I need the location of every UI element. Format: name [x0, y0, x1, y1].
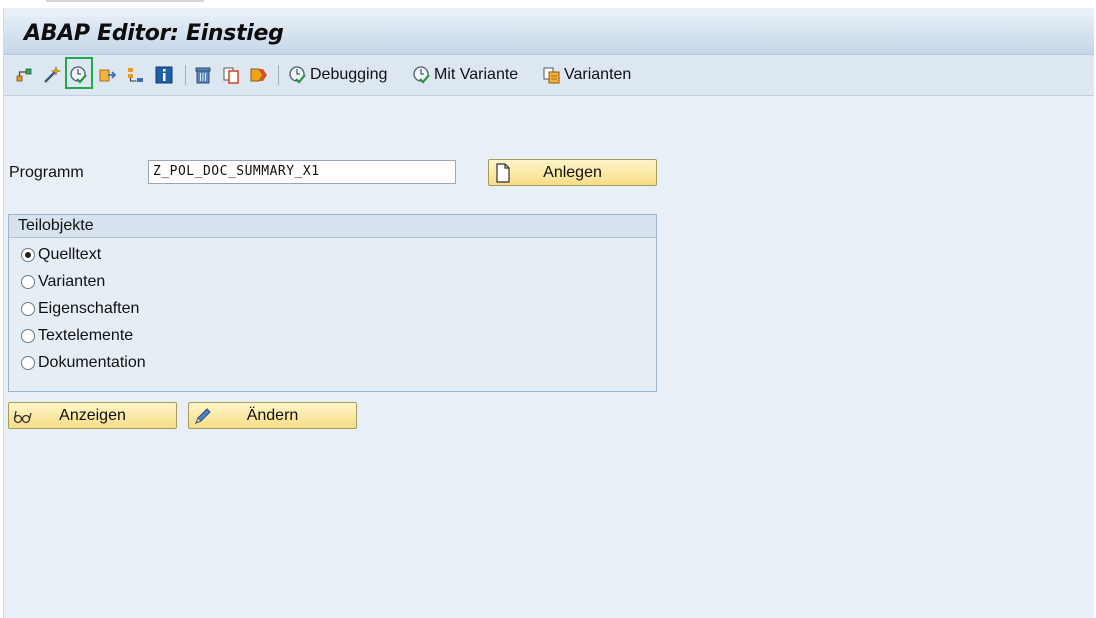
teilobjekte-group: Teilobjekte Quelltext Varianten Eigensch…: [8, 214, 657, 392]
check-icon[interactable]: [69, 65, 89, 85]
varianten-button[interactable]: Varianten: [542, 63, 631, 87]
group-title: Teilobjekte: [18, 217, 94, 234]
radio-label: Quelltext: [38, 246, 102, 263]
variant-clock-icon: [413, 66, 430, 84]
anlegen-button[interactable]: Anlegen: [488, 159, 657, 186]
page-title: ABAP Editor: Einstieg: [24, 21, 284, 46]
program-label: Programm: [9, 164, 84, 181]
radio-button[interactable]: [21, 275, 35, 289]
radio-label: Varianten: [38, 273, 106, 290]
toolbar-separator: [185, 65, 186, 85]
debug-clock-icon: [289, 66, 306, 84]
radio-button[interactable]: [21, 302, 35, 316]
info-icon[interactable]: [154, 65, 174, 85]
anzeigen-label: Anzeigen: [59, 407, 126, 424]
program-input[interactable]: Z_POL_DOC_SUMMARY_X1: [148, 160, 456, 184]
group-header: Teilobjekte: [9, 215, 656, 238]
radio-button-selected[interactable]: [21, 248, 35, 262]
where-used-icon[interactable]: [126, 65, 146, 85]
varianten-label: Varianten: [564, 66, 632, 83]
radio-button[interactable]: [21, 356, 35, 370]
mit-variante-label: Mit Variante: [434, 66, 519, 83]
radio-textelemente[interactable]: Textelemente: [21, 326, 133, 346]
title-bar: ABAP Editor: Einstieg: [4, 17, 1094, 55]
top-strip: [0, 0, 1096, 8]
radio-label: Textelemente: [38, 327, 134, 344]
delete-icon[interactable]: [193, 65, 213, 85]
application-toolbar: Debugging Mit Variante Varianten: [4, 55, 1094, 96]
debugging-button[interactable]: Debugging: [288, 63, 387, 87]
anzeigen-button[interactable]: Anzeigen: [8, 402, 177, 429]
radio-label: Eigenschaften: [38, 300, 140, 317]
radio-button[interactable]: [21, 329, 35, 343]
radio-eigenschaften[interactable]: Eigenschaften: [21, 299, 139, 319]
radio-varianten[interactable]: Varianten: [21, 272, 105, 292]
tab-stub: [46, 0, 204, 2]
hierarchy-icon[interactable]: [14, 65, 34, 85]
mit-variante-button[interactable]: Mit Variante: [412, 63, 518, 87]
export-icon[interactable]: [98, 65, 118, 85]
copy-icon[interactable]: [221, 65, 241, 85]
radio-quelltext[interactable]: Quelltext: [21, 245, 101, 265]
debugging-label: Debugging: [310, 66, 388, 83]
aendern-label: Ändern: [246, 407, 299, 424]
radio-label: Dokumentation: [38, 354, 146, 371]
toolbar-separator: [278, 65, 279, 85]
variants-icon: [543, 67, 560, 84]
aendern-button[interactable]: Ändern: [188, 402, 357, 429]
magic-wand-icon[interactable]: [42, 65, 62, 85]
sap-screen: ABAP Editor: Einstieg Debugging Mit Vari…: [3, 8, 1094, 618]
rename-icon[interactable]: [249, 65, 269, 85]
radio-dokumentation[interactable]: Dokumentation: [21, 353, 146, 373]
anlegen-label: Anlegen: [543, 164, 602, 181]
